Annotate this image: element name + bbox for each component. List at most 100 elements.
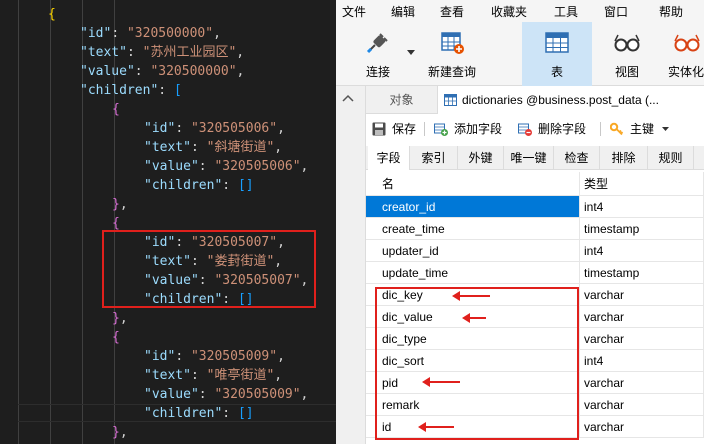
chevron-down-icon [407, 50, 415, 55]
code-token: "children" [144, 178, 223, 193]
column-header-name[interactable]: 名 [366, 172, 580, 196]
toolbar-separator [424, 122, 425, 136]
field-type-cell[interactable]: varchar [580, 416, 704, 438]
menu-window[interactable]: 窗口 [604, 3, 628, 20]
new-query-button[interactable]: 新建查询 [424, 22, 480, 86]
field-name-cell[interactable]: update_time [366, 262, 580, 284]
primary-key-button[interactable]: 主键 [610, 120, 669, 138]
menu-edit[interactable]: 编辑 [391, 3, 415, 20]
field-type-cell[interactable]: timestamp [580, 218, 704, 240]
subtab-indexes[interactable]: 索引 [410, 146, 458, 170]
menu-bar: 文件 编辑 查看 收藏夹 工具 窗口 帮助 [336, 0, 704, 22]
code-token: "320505009" [214, 387, 301, 402]
code-token: : [134, 64, 151, 79]
code-editor[interactable]: {"id": "320500000", "text": "苏州工业园区", "val… [0, 0, 336, 444]
table-row[interactable]: create_time timestamp [366, 218, 704, 240]
delete-field-button[interactable]: 删除字段 [518, 120, 586, 138]
connect-dropdown[interactable] [404, 22, 418, 86]
subtab-foreign-keys[interactable]: 外键 [458, 146, 504, 170]
floppy-icon [372, 122, 386, 136]
glasses-icon [614, 34, 640, 52]
code-line: "text": "斜塘街道", [144, 138, 282, 157]
tab-dictionaries[interactable]: dictionaries @business.post_data (... [438, 86, 704, 114]
main-toolbar: 连接 新建查询 表 视图 实体化 [336, 22, 704, 86]
table-row[interactable]: creator_id int4 [366, 196, 704, 218]
add-field-icon [434, 123, 448, 136]
materialized-view-icon [674, 34, 700, 52]
field-type-cell[interactable]: int4 [580, 350, 704, 372]
table-row[interactable]: updater_id int4 [366, 240, 704, 262]
key-icon [610, 122, 624, 136]
view-button[interactable]: 视图 [606, 22, 648, 86]
indent-guide [50, 0, 51, 444]
code-token: : [222, 406, 238, 421]
table-row[interactable]: update_time timestamp [366, 262, 704, 284]
code-token: [] [237, 406, 254, 421]
table-button[interactable]: 表 [522, 22, 592, 86]
subtab-checks[interactable]: 检查 [554, 146, 600, 170]
code-token: [] [237, 178, 254, 193]
save-button[interactable]: 保存 [372, 120, 416, 138]
field-type-cell[interactable]: int4 [580, 240, 704, 262]
code-line: { [48, 5, 56, 24]
code-line: "text": "苏州工业园区", [80, 43, 244, 62]
field-type-cell[interactable]: int4 [580, 196, 704, 218]
code-token: "text" [80, 45, 127, 60]
add-field-button[interactable]: 添加字段 [434, 120, 502, 138]
annotation-box-fields [375, 287, 579, 440]
code-token: "value" [144, 159, 199, 174]
field-type-cell[interactable]: varchar [580, 372, 704, 394]
code-line: }, [112, 195, 128, 214]
code-token: , [236, 45, 245, 60]
annotation-arrow [462, 313, 486, 323]
table-icon [545, 32, 569, 53]
field-type-cell[interactable]: varchar [580, 306, 704, 328]
code-line: "children": [] [144, 404, 254, 423]
annotation-arrow [422, 377, 460, 387]
code-line: }, [112, 423, 128, 442]
code-token: "唯亭街道" [206, 368, 275, 383]
code-token: : [222, 178, 238, 193]
subtab-fields[interactable]: 字段 [368, 146, 410, 170]
tab-objects[interactable]: 对象 [366, 86, 438, 114]
menu-favorites[interactable]: 收藏夹 [491, 3, 527, 20]
field-name-cell[interactable]: updater_id [366, 240, 580, 262]
code-line: { [112, 100, 120, 119]
connect-button[interactable]: 连接 [352, 22, 404, 86]
code-token: : [190, 140, 207, 155]
code-token: } [112, 197, 120, 212]
menu-help[interactable]: 帮助 [659, 3, 683, 20]
toolbar-separator [600, 122, 601, 136]
menu-file[interactable]: 文件 [342, 3, 366, 20]
code-token: "苏州工业园区" [142, 45, 237, 60]
code-line: "children": [] [144, 176, 254, 195]
code-token: "320505006" [214, 159, 301, 174]
code-line: "children": [ [80, 81, 182, 100]
field-name-cell[interactable]: creator_id [366, 196, 580, 218]
design-subtabs: 字段 索引 外键 唯一键 检查 排除 规则 [366, 146, 704, 170]
code-token: , [236, 64, 245, 79]
code-line: "id": "320505006", [144, 119, 285, 138]
code-token: "320505006" [190, 121, 278, 136]
field-type-cell[interactable]: timestamp [580, 262, 704, 284]
menu-view[interactable]: 查看 [440, 3, 464, 20]
code-line: }, [112, 309, 128, 328]
tab-bar: 对象 dictionaries @business.post_data (... [366, 86, 704, 114]
chevron-up-icon[interactable] [342, 94, 354, 102]
annotation-box-code [102, 230, 316, 308]
code-token: "320500000" [126, 26, 214, 41]
field-type-cell[interactable]: varchar [580, 394, 704, 416]
plug-icon [366, 33, 388, 54]
menu-tools[interactable]: 工具 [554, 3, 578, 20]
materialized-view-button[interactable]: 实体化 [662, 22, 704, 86]
column-header-type[interactable]: 类型 [580, 172, 704, 196]
subtab-unique-keys[interactable]: 唯一键 [504, 146, 554, 170]
subtab-rules[interactable]: 规则 [648, 146, 694, 170]
subtab-excludes[interactable]: 排除 [600, 146, 648, 170]
field-type-cell[interactable]: varchar [580, 328, 704, 350]
code-token: "斜塘街道" [206, 140, 275, 155]
indent-guide [18, 0, 19, 444]
field-type-cell[interactable]: varchar [580, 284, 704, 306]
field-name-cell[interactable]: create_time [366, 218, 580, 240]
chevron-down-icon [662, 127, 669, 131]
